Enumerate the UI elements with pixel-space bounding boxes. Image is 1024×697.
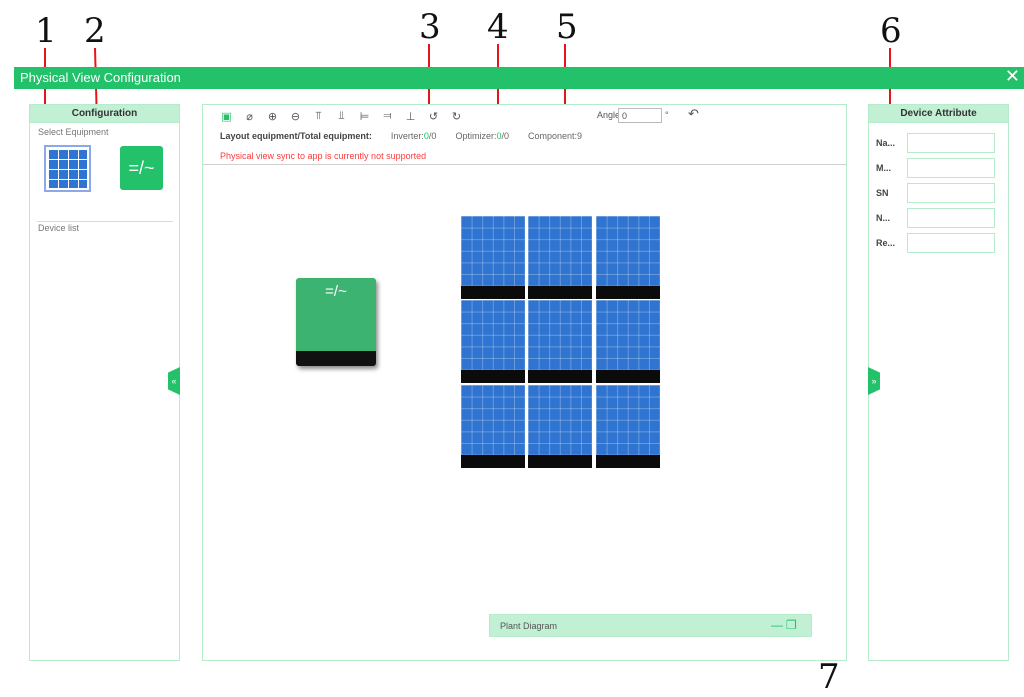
callout-2: 2 [84, 11, 106, 51]
callout-1: 1 [35, 11, 57, 51]
device-list-label: Device list [38, 223, 80, 233]
window-titlebar: Physical View Configuration ✕ [14, 66, 1024, 89]
attribute-label: Na... [876, 138, 896, 148]
callout-5: 5 [556, 7, 578, 47]
component-stat: Component:9 [528, 131, 583, 141]
attribute-label: N... [876, 213, 891, 223]
remark-field[interactable] [907, 233, 995, 253]
optimizer-stat-label: Optimizer: [455, 131, 497, 141]
inverter-icon[interactable]: =/~ [120, 146, 163, 190]
align-right-icon[interactable]: ⫤ [376, 108, 399, 124]
layout-total-label: Layout equipment/Total equipment: [220, 131, 372, 141]
callout-6: 6 [880, 11, 902, 51]
align-left-icon[interactable]: ⊨ [353, 108, 376, 124]
sync-warning: Physical view sync to app is currently n… [220, 151, 427, 161]
pv-module[interactable] [461, 300, 525, 383]
eraser-icon[interactable]: ⌀ [238, 108, 261, 124]
window-title: Physical View Configuration [20, 70, 181, 85]
sn-field[interactable] [907, 183, 995, 203]
restore-icon[interactable]: ❐ [786, 618, 797, 632]
attribute-label: M... [876, 163, 891, 173]
solar-panel-icon[interactable] [44, 145, 91, 192]
zoom-in-icon[interactable]: ⊕ [261, 108, 284, 124]
number-field[interactable] [907, 208, 995, 228]
inverter-total-count: /0 [428, 131, 437, 141]
align-top-icon[interactable]: ⫪ [307, 108, 330, 124]
angle-input[interactable] [618, 108, 662, 123]
angle-unit: ° [665, 110, 669, 120]
device-attribute-title: Device Attribute [869, 105, 1008, 123]
equipment-stats: Layout equipment/Total equipment: Invert… [220, 131, 582, 141]
distribute-icon[interactable]: ⊥ [399, 108, 422, 124]
pv-module[interactable] [528, 385, 592, 468]
pv-module[interactable] [461, 385, 525, 468]
rotate-left-icon[interactable]: ↺ [422, 108, 445, 124]
rotate-right-icon[interactable]: ↻ [445, 108, 468, 124]
select-equipment-label: Select Equipment [38, 127, 109, 137]
equipment-divider [37, 221, 173, 222]
callout-7: 7 [818, 657, 840, 697]
align-bottom-icon[interactable]: ⫫ [330, 108, 353, 124]
toolbar: ▣ ⌀ ⊕ ⊖ ⫪ ⫫ ⊨ ⫤ ⊥ ↺ ↻ [215, 108, 468, 124]
undo-icon[interactable]: ↶ [688, 106, 699, 122]
optimizer-total-count: /0 [501, 131, 509, 141]
pv-module[interactable] [596, 216, 660, 299]
pv-module[interactable] [528, 216, 592, 299]
zoom-out-icon[interactable]: ⊖ [284, 108, 307, 124]
attribute-label: SN [876, 188, 889, 198]
callout-3: 3 [419, 7, 441, 47]
plant-diagram-label: Plant Diagram [500, 621, 558, 631]
name-field[interactable] [907, 133, 995, 153]
callout-4: 4 [487, 7, 509, 47]
model-field[interactable] [907, 158, 995, 178]
attribute-label: Re... [876, 238, 896, 248]
inverter-stat-label: Inverter: [390, 131, 424, 141]
canvas-separator [203, 164, 846, 165]
pv-module[interactable] [528, 300, 592, 383]
inverter-symbol: =/~ [325, 283, 347, 300]
plant-diagram-bar: Plant Diagram — ❐ [489, 614, 812, 637]
save-icon[interactable]: ▣ [215, 108, 238, 124]
configuration-title: Configuration [30, 105, 179, 123]
pv-module[interactable] [596, 385, 660, 468]
inverter-label-bar [296, 351, 376, 366]
close-icon[interactable]: ✕ [1005, 66, 1020, 87]
pv-module[interactable] [596, 300, 660, 383]
pv-module[interactable] [461, 216, 525, 299]
canvas-inverter[interactable]: =/~ [296, 278, 376, 366]
minimize-icon[interactable]: — [771, 618, 783, 632]
